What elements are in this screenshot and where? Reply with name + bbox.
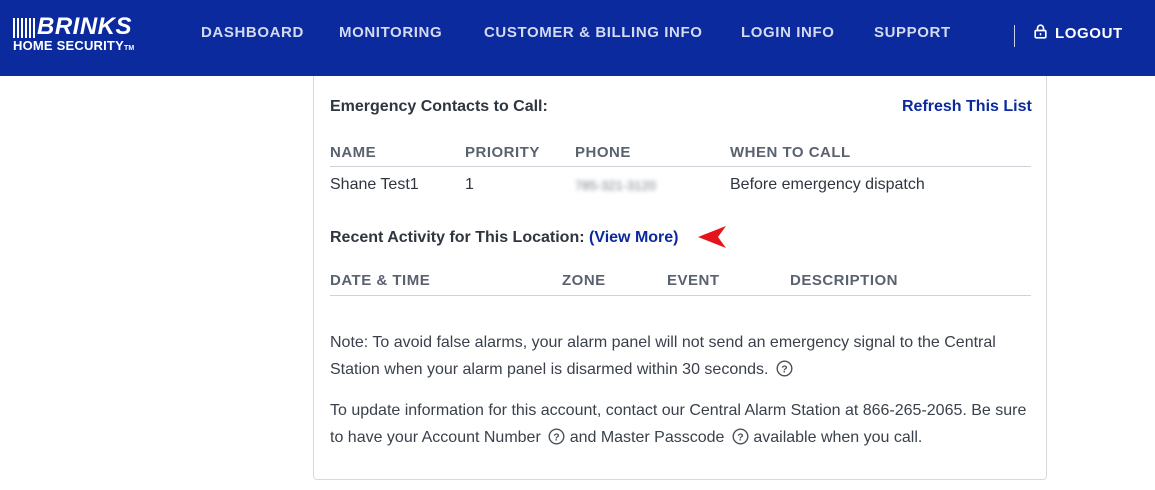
contacts-col-when-to-call: WHEN TO CALL — [730, 144, 851, 161]
master-passcode-text: and Master Passcode — [569, 429, 725, 446]
false-alarm-text: Note: To avoid false alarms, your alarm … — [330, 334, 996, 378]
logo-subtitle: HOME SECURITYTM — [13, 38, 135, 53]
logout-label: LOGOUT — [1055, 25, 1123, 42]
master-passcode-help-icon[interactable]: ? — [732, 427, 749, 454]
recent-activity-label: Recent Activity for This Location: — [330, 229, 585, 246]
update-info-end-text: available when you call. — [753, 429, 923, 446]
brinks-logo[interactable]: BRINKS HOME SECURITYTM — [12, 13, 152, 59]
svg-text:?: ? — [737, 431, 743, 443]
contact-when-to-call: Before emergency dispatch — [730, 176, 925, 193]
nav-monitoring[interactable]: MONITORING — [339, 24, 442, 42]
nav-login-info[interactable]: LOGIN INFO — [741, 24, 835, 42]
refresh-list-link[interactable]: Refresh This List — [902, 98, 1032, 116]
activity-col-date-time: DATE & TIME — [330, 272, 431, 289]
activity-col-zone: ZONE — [562, 272, 606, 289]
view-more-link[interactable]: (View More) — [589, 229, 679, 246]
contacts-col-phone: PHONE — [575, 144, 631, 161]
update-info-note: To update information for this account, … — [330, 397, 1030, 454]
logo-stripes — [13, 18, 37, 38]
nav-dashboard[interactable]: DASHBOARD — [201, 24, 304, 42]
account-number-help-icon[interactable]: ? — [548, 427, 565, 454]
activity-col-event: EVENT — [667, 272, 720, 289]
contact-priority: 1 — [465, 176, 474, 193]
false-alarm-note: Note: To avoid false alarms, your alarm … — [330, 329, 1020, 386]
contact-phone-redacted: 785-321-3120 — [575, 178, 656, 193]
svg-text:?: ? — [781, 363, 787, 375]
contacts-col-priority: PRIORITY — [465, 144, 540, 161]
contacts-header-rule — [330, 166, 1031, 167]
contact-name: Shane Test1 — [330, 176, 419, 193]
emergency-contacts-title: Emergency Contacts to Call: — [330, 98, 548, 115]
top-navigation-bar: BRINKS HOME SECURITYTM DASHBOARD MONITOR… — [0, 0, 1155, 76]
logout-button[interactable]: LOGOUT — [1034, 24, 1123, 44]
logo-wordmark: BRINKS — [37, 13, 133, 40]
activity-col-description: DESCRIPTION — [790, 272, 899, 289]
monitoring-card: Emergency Contacts to Call: Refresh This… — [313, 76, 1047, 480]
svg-text:?: ? — [554, 431, 560, 443]
annotation-arrow-icon — [696, 223, 728, 256]
activity-header-rule — [330, 295, 1031, 296]
nav-customer-billing-info[interactable]: CUSTOMER & BILLING INFO — [484, 24, 703, 42]
nav-divider — [1014, 25, 1015, 47]
contacts-col-name: NAME — [330, 144, 377, 161]
lock-icon — [1034, 24, 1047, 44]
nav-support[interactable]: SUPPORT — [874, 24, 951, 42]
recent-activity-title: Recent Activity for This Location: (View… — [330, 229, 679, 247]
help-icon[interactable]: ? — [776, 359, 793, 386]
